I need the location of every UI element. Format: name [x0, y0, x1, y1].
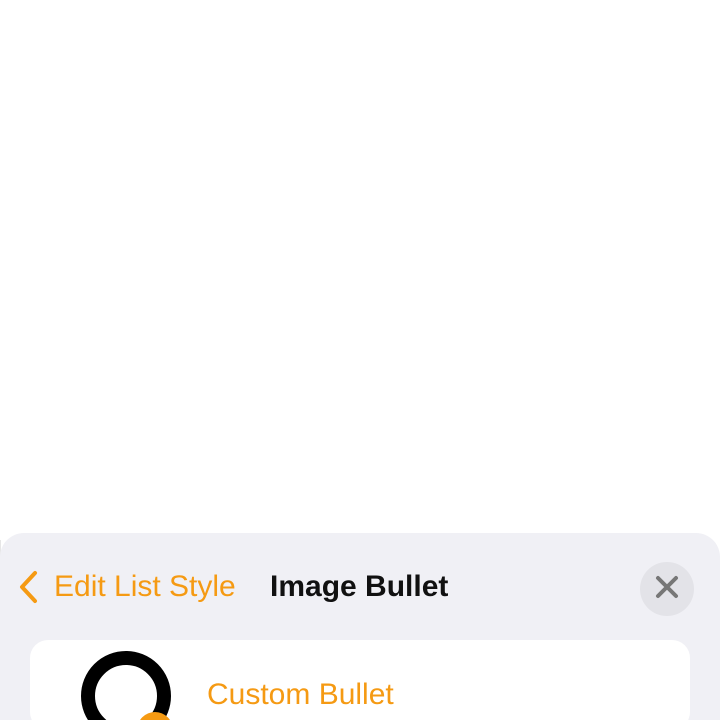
custom-bullet-preview-icon [78, 648, 178, 720]
close-button[interactable] [640, 562, 694, 616]
edit-list-style-back-button[interactable]: Edit List Style [14, 565, 236, 609]
pages-editor-screen: Edit List Style Image Bullet Custom Bull… [0, 0, 720, 720]
image-bullet-sheet: Edit List Style Image Bullet Custom Bull… [0, 533, 720, 720]
close-icon [654, 574, 680, 605]
chevron-left-icon [14, 565, 42, 609]
sheet-title: Image Bullet [270, 570, 449, 603]
image-bullet-options-card: Custom Bullet [30, 640, 690, 720]
custom-bullet-label: Custom Bullet [207, 678, 394, 711]
sheet-header: Edit List Style Image Bullet [0, 533, 720, 639]
custom-bullet-option[interactable]: Custom Bullet [30, 640, 690, 720]
document-canvas[interactable] [0, 0, 720, 540]
back-button-label: Edit List Style [54, 570, 236, 603]
